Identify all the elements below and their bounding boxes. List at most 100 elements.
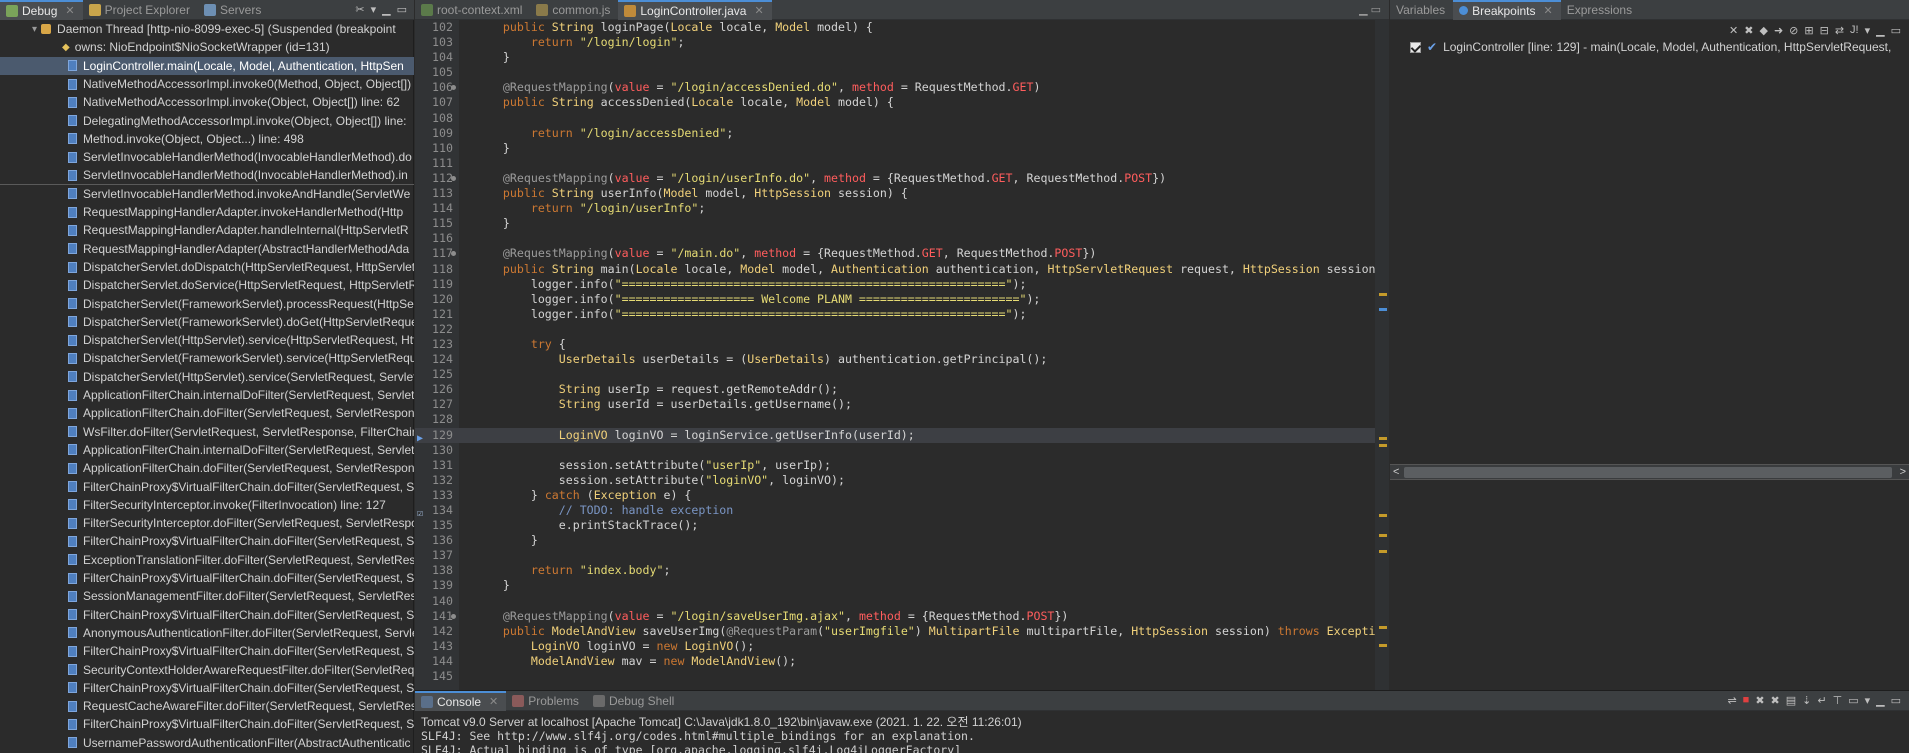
code-line[interactable]: 117 @RequestMapping(value = "/main.do", … [415,246,1375,261]
stack-frame[interactable]: RequestMappingHandlerAdapter.invokeHandl… [0,203,414,221]
open-console-icon[interactable]: ▾ [1865,694,1871,707]
fold-toggle-icon[interactable] [451,175,456,181]
code-line[interactable]: 112 @RequestMapping(value = "/login/user… [415,171,1375,186]
stack-frame[interactable]: ExceptionTranslationFilter.doFilter(Serv… [0,551,414,569]
stack-frame[interactable]: ServletInvocableHandlerMethod.invokeAndH… [0,185,414,203]
stack-frame[interactable]: FilterChainProxy$VirtualFilterChain.doFi… [0,679,414,697]
stack-frame[interactable]: WsFilter.doFilter(ServletRequest, Servle… [0,423,414,441]
stack-frame[interactable]: LoginController.main(Locale, Model, Auth… [0,56,414,75]
show-breakpoints-icon[interactable]: ◆ [1759,24,1767,37]
stack-frame[interactable]: ServletInvocableHandlerMethod(InvocableH… [0,148,414,166]
code-line[interactable]: 144 ModelAndView mav = new ModelAndView(… [415,654,1375,669]
code-line[interactable]: 103 return "/login/login"; [415,35,1375,50]
remove-icon[interactable]: ✕ [1729,24,1738,37]
close-icon[interactable]: ✕ [65,4,74,17]
maximize-icon[interactable]: ▭ [1891,24,1901,37]
code-line[interactable]: 133 } catch (Exception e) { [415,488,1375,503]
code-line[interactable]: 141 @RequestMapping(value = "/login/save… [415,609,1375,624]
code-line[interactable]: 129 ▶ LoginVO loginVO = loginService.getU… [415,427,1375,444]
minimize-icon[interactable]: ▁ [1876,694,1884,707]
scroll-left-icon[interactable]: < [1393,465,1399,480]
code-line[interactable]: 106 @RequestMapping(value = "/login/acce… [415,80,1375,95]
code-line[interactable]: 135 e.printStackTrace(); [415,518,1375,533]
stack-frame[interactable]: FilterChainProxy$VirtualFilterChain.doFi… [0,477,414,495]
code-editor[interactable]: 102 public String loginPage(Locale local… [415,20,1375,690]
code-line[interactable]: 137 [415,548,1375,563]
code-line[interactable]: 104 } [415,50,1375,65]
scroll-thumb[interactable] [1404,467,1892,478]
code-line[interactable]: 125 [415,367,1375,382]
stack-frame[interactable]: DelegatingMethodAccessorImpl.invoke(Obje… [0,111,414,129]
horizontal-scrollbar[interactable]: < > [1390,464,1909,480]
stack-frame[interactable]: DispatcherServlet(HttpServlet).service(S… [0,368,414,386]
ruler-marker[interactable] [1379,514,1387,517]
stack-frame[interactable]: FilterChainProxy$VirtualFilterChain.doFi… [0,606,414,624]
code-line[interactable]: 126 String userIp = request.getRemoteAdd… [415,382,1375,397]
stack-frame[interactable]: AnonymousAuthenticationFilter.doFilter(S… [0,624,414,642]
tab-debug-shell[interactable]: Debug Shell [587,691,682,711]
code-line[interactable]: 123 try { [415,337,1375,352]
ruler-marker[interactable] [1379,437,1387,440]
code-line[interactable]: 143 LoginVO loginVO = new LoginVO(); [415,639,1375,654]
remove-terminated-icon[interactable]: ✂ [355,3,364,16]
stack-frame[interactable]: SessionManagementFilter.doFilter(Servlet… [0,587,414,605]
stack-frame[interactable]: FilterChainProxy$VirtualFilterChain.doFi… [0,569,414,587]
collapse-all-icon[interactable]: ⊟ [1820,24,1829,37]
code-line[interactable]: 116 [415,231,1375,246]
minimize-icon[interactable]: ▁ [1359,4,1367,16]
remove-all-icon[interactable]: ✖ [1771,694,1780,707]
thread-row[interactable]: ▾ Daemon Thread [http-nio-8099-exec-5] (… [0,20,414,38]
code-line[interactable]: 145 [415,669,1375,684]
ruler-marker[interactable] [1379,293,1387,296]
stack-frame[interactable]: ApplicationFilterChain.internalDoFilter(… [0,441,414,459]
code-line[interactable]: 130 [415,443,1375,458]
stack-frame[interactable]: DispatcherServlet.doDispatch(HttpServlet… [0,258,414,276]
expand-all-icon[interactable]: ⊞ [1804,24,1813,37]
code-line[interactable]: 138 return "index.body"; [415,563,1375,578]
minimize-icon[interactable]: ▁ [382,3,390,16]
ruler-marker[interactable] [1379,308,1387,311]
pin-console-icon[interactable]: ⊤ [1833,694,1843,707]
code-line[interactable]: 109 return "/login/accessDenied"; [415,126,1375,141]
stack-frame[interactable]: RequestCacheAwareFilter.doFilter(Servlet… [0,697,414,715]
stack-frame[interactable]: DispatcherServlet.doService(HttpServletR… [0,276,414,294]
code-line[interactable]: 134 ☑ // TODO: handle exception [415,503,1375,519]
code-line[interactable]: 131 session.setAttribute("userIp", userI… [415,458,1375,473]
code-line[interactable]: 118 public String main(Locale locale, Mo… [415,262,1375,277]
exception-icon[interactable]: J! [1850,24,1859,36]
link-icon[interactable]: ⇄ [1835,24,1844,37]
code-line[interactable]: 115 } [415,216,1375,231]
stack-frame[interactable]: SecurityContextHolderAwareRequestFilter.… [0,660,414,678]
stack-frame[interactable]: ApplicationFilterChain.doFilter(ServletR… [0,459,414,477]
ruler-marker[interactable] [1379,550,1387,553]
display-console-icon[interactable]: ▭ [1848,694,1858,707]
breakpoint-row[interactable]: ✔ LoginController [line: 129] - main(Loc… [1410,40,1891,54]
stack-frame[interactable]: RequestMappingHandlerAdapter.handleInter… [0,221,414,239]
stack-frame[interactable]: RequestMappingHandlerAdapter(AbstractHan… [0,240,414,258]
tab-problems[interactable]: Problems [506,691,587,711]
close-icon[interactable]: ✕ [1544,4,1553,17]
stack-frame[interactable]: FilterChainProxy$VirtualFilterChain.doFi… [0,642,414,660]
tab-debug[interactable]: Debug ✕ [0,0,83,20]
word-wrap-icon[interactable]: ↵ [1817,694,1826,707]
stack-frame[interactable]: FilterChainProxy$VirtualFilterChain.doFi… [0,715,414,733]
collapse-icon[interactable]: ▾ [32,24,37,35]
code-line[interactable]: 136 } [415,533,1375,548]
clear-console-icon[interactable]: ▤ [1786,694,1796,707]
code-line[interactable]: 114 return "/login/userInfo"; [415,201,1375,216]
remove-launch-icon[interactable]: ✖ [1755,694,1764,707]
code-line[interactable]: 121 logger.info("=======================… [415,307,1375,322]
owns-row[interactable]: ◆ owns: NioEndpoint$NioSocketWrapper (id… [0,38,414,56]
stack-frame[interactable]: ApplicationFilterChain.doFilter(ServletR… [0,404,414,422]
maximize-icon[interactable]: ▭ [1371,4,1381,16]
code-line[interactable]: 120 logger.info("=================== Wel… [415,292,1375,307]
ruler-marker[interactable] [1379,444,1387,447]
code-line[interactable]: 119 logger.info("=======================… [415,277,1375,292]
tab-login-controller[interactable]: LoginController.java ✕ [618,0,772,20]
code-line[interactable]: 113 public String userInfo(Model model, … [415,186,1375,201]
fold-toggle-icon[interactable] [451,85,456,91]
code-line[interactable]: 111 [415,156,1375,171]
minimize-icon[interactable]: ▁ [1876,24,1884,37]
tab-console[interactable]: Console ✕ [415,690,507,711]
stack-frame[interactable]: ApplicationFilterChain.internalDoFilter(… [0,386,414,404]
